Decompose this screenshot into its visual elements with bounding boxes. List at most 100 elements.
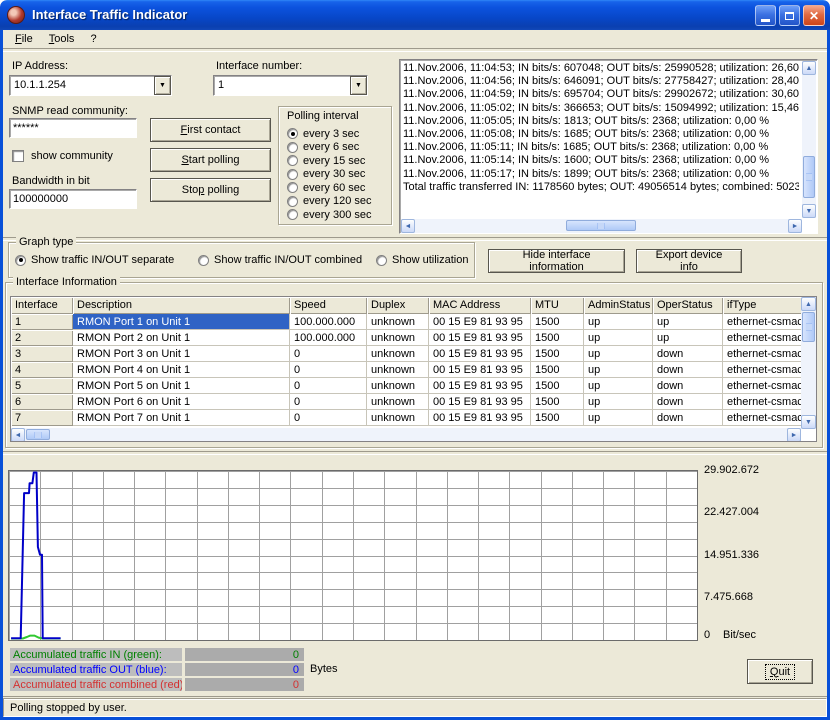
table-cell[interactable]: 1500 [531,314,584,330]
column-header-Interface[interactable]: Interface [11,297,73,314]
table-cell[interactable]: 100.000.000 [290,330,367,346]
table-cell[interactable]: ethernet-csmacd [723,346,803,362]
show-community-checkbox[interactable] [12,150,24,162]
table-cell[interactable]: 00 15 E9 81 93 95 [429,330,531,346]
table-cell[interactable]: ethernet-csmacd [723,314,803,330]
table-cell[interactable]: 3 [11,346,73,362]
table-cell[interactable]: up [584,410,653,426]
scroll-left-button[interactable]: ◄ [11,428,25,442]
table-cell[interactable]: up [584,394,653,410]
table-cell[interactable]: up [584,330,653,346]
column-header-ifType[interactable]: ifType [723,297,803,314]
table-cell[interactable]: unknown [367,410,429,426]
polling-option-every-300-sec[interactable]: every 300 sec [287,208,371,222]
graph-type-option-1[interactable]: Show traffic IN/OUT separate [15,254,174,266]
table-cell[interactable]: 00 15 E9 81 93 95 [429,362,531,378]
menu-tools[interactable]: Tools [41,32,83,46]
log-vscroll-thumb[interactable] [803,156,815,198]
title-bar[interactable]: Interface Traffic Indicator ✕ [0,0,830,30]
polling-option-every-30-sec[interactable]: every 30 sec [287,168,371,182]
table-cell[interactable]: 0 [290,410,367,426]
minimize-button[interactable] [755,5,776,26]
polling-option-every-120-sec[interactable]: every 120 sec [287,195,371,209]
table-cell[interactable]: down [653,410,723,426]
column-header-Speed[interactable]: Speed [290,297,367,314]
table-cell[interactable]: unknown [367,394,429,410]
table-cell[interactable]: unknown [367,330,429,346]
polling-option-every-15-sec[interactable]: every 15 sec [287,154,371,168]
table-cell[interactable]: 0 [290,362,367,378]
table-hscrollbar[interactable]: ◄ ► [11,428,801,442]
table-cell[interactable]: unknown [367,314,429,330]
table-cell[interactable]: RMON Port 2 on Unit 1 [73,330,290,346]
menu-help[interactable]: ? [82,32,104,46]
table-cell[interactable]: ethernet-csmacd [723,394,803,410]
scroll-right-button[interactable]: ► [788,219,802,233]
interface-table[interactable]: InterfaceDescriptionSpeedDuplexMAC Addre… [10,296,817,442]
table-cell[interactable]: 2 [11,330,73,346]
table-cell[interactable]: RMON Port 6 on Unit 1 [73,394,290,410]
table-cell[interactable]: RMON Port 4 on Unit 1 [73,362,290,378]
scroll-up-button[interactable]: ▲ [801,297,816,311]
table-cell[interactable]: unknown [367,362,429,378]
table-cell[interactable]: up [584,346,653,362]
menu-file[interactable]: File [7,32,41,46]
table-cell[interactable]: up [653,330,723,346]
table-cell[interactable]: down [653,362,723,378]
polling-option-every-3-sec[interactable]: every 3 sec [287,127,371,141]
traffic-log[interactable]: 11.Nov.2006, 11:04:53; IN bits/s: 607048… [399,59,818,234]
scroll-right-button[interactable]: ► [787,428,801,442]
start-polling-button[interactable]: Start polling [150,148,271,172]
first-contact-button[interactable]: First contact [150,118,271,142]
scroll-down-button[interactable]: ▼ [802,204,816,218]
table-cell[interactable]: 1500 [531,378,584,394]
table-cell[interactable]: down [653,394,723,410]
ip-address-combobox[interactable]: 10.1.1.254 ▼ [9,75,172,96]
table-cell[interactable]: 4 [11,362,73,378]
table-cell[interactable]: 00 15 E9 81 93 95 [429,410,531,426]
table-cell[interactable]: RMON Port 5 on Unit 1 [73,378,290,394]
table-cell[interactable]: 100.000.000 [290,314,367,330]
table-cell[interactable]: down [653,378,723,394]
table-cell[interactable]: 00 15 E9 81 93 95 [429,378,531,394]
table-cell[interactable]: ethernet-csmacd [723,410,803,426]
table-cell[interactable]: 1500 [531,330,584,346]
scroll-down-button[interactable]: ▼ [801,415,816,429]
table-cell[interactable]: 0 [290,378,367,394]
table-cell[interactable]: up [653,314,723,330]
table-cell[interactable]: 1500 [531,394,584,410]
table-cell[interactable]: RMON Port 3 on Unit 1 [73,346,290,362]
scroll-left-button[interactable]: ◄ [401,219,415,233]
column-header-MTU[interactable]: MTU [531,297,584,314]
table-cell[interactable]: 5 [11,378,73,394]
ip-dropdown-button[interactable]: ▼ [154,76,171,95]
table-cell[interactable]: 1500 [531,346,584,362]
table-cell[interactable]: down [653,346,723,362]
ifnum-dropdown-button[interactable]: ▼ [350,76,367,95]
column-header-Duplex[interactable]: Duplex [367,297,429,314]
maximize-button[interactable] [779,5,800,26]
column-header-Description[interactable]: Description [73,297,290,314]
snmp-community-input[interactable] [10,119,136,137]
table-cell[interactable]: ethernet-csmacd [723,378,803,394]
column-header-MAC Address[interactable]: MAC Address [429,297,531,314]
table-cell[interactable]: 0 [290,394,367,410]
close-button[interactable]: ✕ [803,5,825,26]
table-cell[interactable]: 00 15 E9 81 93 95 [429,346,531,362]
scroll-up-button[interactable]: ▲ [802,61,816,75]
polling-option-every-6-sec[interactable]: every 6 sec [287,141,371,155]
graph-type-option-2[interactable]: Show traffic IN/OUT combined [198,254,362,266]
table-cell[interactable]: 1500 [531,410,584,426]
table-cell[interactable]: 00 15 E9 81 93 95 [429,394,531,410]
table-cell[interactable]: RMON Port 1 on Unit 1 [73,314,290,330]
table-cell[interactable]: 1 [11,314,73,330]
graph-type-option-3[interactable]: Show utilization [376,254,468,266]
column-header-OperStatus[interactable]: OperStatus [653,297,723,314]
table-cell[interactable]: 7 [11,410,73,426]
table-cell[interactable]: up [584,314,653,330]
interface-number-combobox[interactable]: 1 ▼ [213,75,368,96]
table-vscroll-thumb[interactable] [802,312,815,342]
quit-button[interactable]: Quit [747,659,813,684]
hide-interface-info-button[interactable]: Hide interface information [488,249,625,273]
table-vscrollbar[interactable]: ▲ ▼ [801,297,816,429]
